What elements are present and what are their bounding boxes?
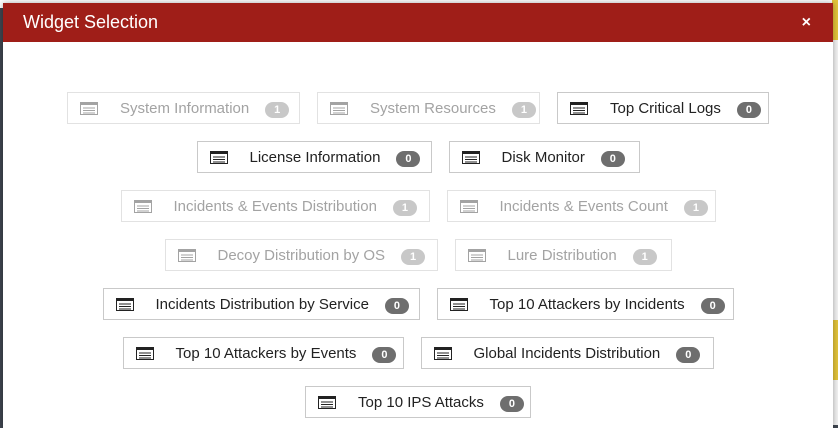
widget-list: System Information 1 System Resources 1 … xyxy=(3,42,833,418)
widget-label: Incidents & Events Count xyxy=(499,197,668,215)
widget-list-icon xyxy=(330,101,348,115)
widget-list-icon xyxy=(80,101,98,115)
widget-list-icon xyxy=(459,199,478,213)
widget-incidents-distribution-by-service[interactable]: Incidents Distribution by Service 0 xyxy=(102,288,420,320)
modal-title: Widget Selection xyxy=(23,12,159,32)
widget-top-critical-logs[interactable]: Top Critical Logs 0 xyxy=(557,92,769,124)
widget-label: System Information xyxy=(120,99,250,117)
widget-selection-modal: Widget Selection × System Information 1 … xyxy=(3,3,833,428)
close-icon[interactable]: × xyxy=(802,14,811,31)
widget-label: Incidents Distribution by Service xyxy=(155,295,369,313)
widget-disk-monitor[interactable]: Disk Monitor 0 xyxy=(448,141,640,173)
widget-list-icon xyxy=(318,395,336,409)
modal-header: Widget Selection × xyxy=(3,3,833,42)
widget-label: Top 10 Attackers by Events xyxy=(175,344,357,362)
widget-label: Global Incidents Distribution xyxy=(473,344,661,362)
widget-list-icon xyxy=(449,297,468,311)
widget-top-10-ips-attacks[interactable]: Top 10 IPS Attacks 0 xyxy=(305,386,531,418)
widget-decoy-distribution-by-os[interactable]: Decoy Distribution by OS 1 xyxy=(164,239,438,271)
widget-list-icon xyxy=(177,248,196,262)
widget-count-badge: 1 xyxy=(265,102,290,118)
widget-top-10-attackers-by-incidents[interactable]: Top 10 Attackers by Incidents 0 xyxy=(436,288,734,320)
widget-count-badge: 1 xyxy=(392,200,417,216)
widget-list-icon xyxy=(461,150,480,164)
widget-count-badge: 0 xyxy=(396,151,421,167)
widget-label: System Resources xyxy=(370,99,496,117)
widget-count-badge: 0 xyxy=(499,396,524,412)
widget-count-badge: 0 xyxy=(372,347,397,363)
widget-label: Decoy Distribution by OS xyxy=(217,246,386,264)
widget-count-badge: 0 xyxy=(600,151,625,167)
widget-list-icon xyxy=(133,199,152,213)
widget-label: Top 10 IPS Attacks xyxy=(358,393,484,411)
widget-count-badge: 0 xyxy=(384,298,409,314)
widget-count-badge: 0 xyxy=(700,298,725,314)
widget-system-resources[interactable]: System Resources 1 xyxy=(317,92,540,124)
widget-list-icon xyxy=(570,101,588,115)
widget-global-incidents-distribution[interactable]: Global Incidents Distribution 0 xyxy=(420,337,714,369)
widget-count-badge: 0 xyxy=(736,102,761,118)
widget-label: License Information xyxy=(249,148,381,166)
widget-incidents-events-count[interactable]: Incidents & Events Count 1 xyxy=(446,190,716,222)
widget-license-information[interactable]: License Information 0 xyxy=(196,141,432,173)
widget-label: Top Critical Logs xyxy=(610,99,721,117)
widget-count-badge: 0 xyxy=(676,347,701,363)
widget-list-icon xyxy=(433,346,452,360)
widget-label: Top 10 Attackers by Incidents xyxy=(489,295,685,313)
widget-label: Incidents & Events Distribution xyxy=(173,197,377,215)
widget-list-icon xyxy=(115,297,134,311)
widget-incidents-events-distribution[interactable]: Incidents & Events Distribution 1 xyxy=(120,190,430,222)
widget-count-badge: 1 xyxy=(511,102,536,118)
widget-system-information[interactable]: System Information 1 xyxy=(67,92,300,124)
widget-list-icon xyxy=(209,150,228,164)
widget-list-icon xyxy=(135,346,154,360)
widget-top-10-attackers-by-events[interactable]: Top 10 Attackers by Events 0 xyxy=(122,337,404,369)
widget-count-badge: 1 xyxy=(401,249,426,265)
widget-lure-distribution[interactable]: Lure Distribution 1 xyxy=(454,239,672,271)
widget-count-badge: 1 xyxy=(632,249,657,265)
widget-label: Lure Distribution xyxy=(507,246,617,264)
widget-list-icon xyxy=(467,248,486,262)
widget-label: Disk Monitor xyxy=(501,148,585,166)
widget-count-badge: 1 xyxy=(683,200,708,216)
